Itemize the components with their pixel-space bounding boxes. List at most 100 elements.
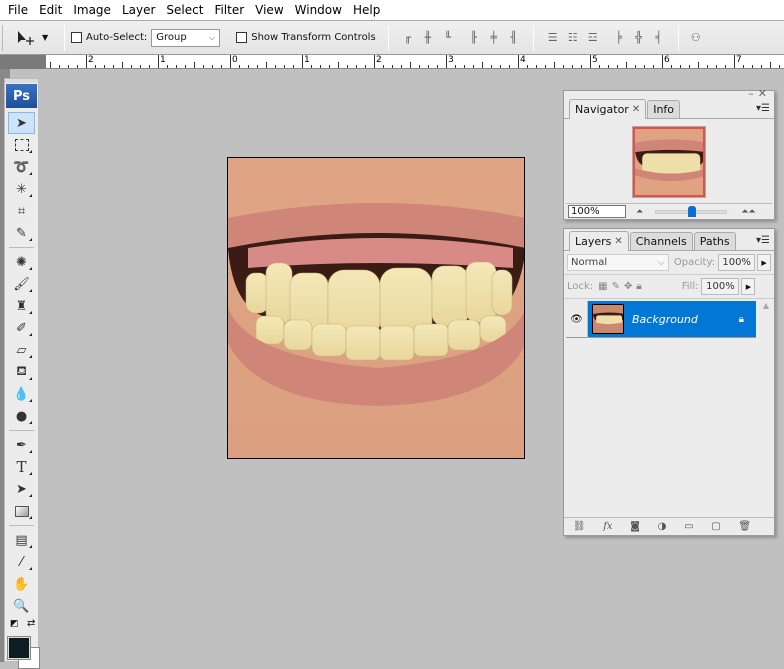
layer-background[interactable]: Background 🔒︎ xyxy=(588,301,756,337)
document-canvas[interactable] xyxy=(227,157,525,459)
menu-layer[interactable]: Layer xyxy=(117,3,161,17)
new-group-icon[interactable]: ▭ xyxy=(684,521,693,532)
type-tool[interactable]: T xyxy=(5,456,38,478)
auto-select-checkbox[interactable]: Auto-Select: xyxy=(71,32,147,43)
distribute-hcenter-icon[interactable]: ╬ xyxy=(632,31,646,45)
fill-input[interactable]: 100% xyxy=(701,278,740,295)
dodge-tool[interactable]: ● xyxy=(5,405,38,427)
lock-all-icon[interactable]: 🔒︎ xyxy=(636,281,641,292)
auto-align-layers-icon[interactable]: ⚇ xyxy=(689,31,703,45)
align-top-icon[interactable]: ╓ xyxy=(401,31,415,45)
zoom-slider[interactable] xyxy=(655,205,728,217)
path-selection-tool[interactable]: ➤ xyxy=(5,478,38,500)
panel-menu-icon[interactable]: ▾☰ xyxy=(756,235,770,246)
scroll-up-icon[interactable]: ▲ xyxy=(758,301,774,310)
align-hcenter-icon[interactable]: ╪ xyxy=(487,31,501,45)
move-tool[interactable]: ➤ xyxy=(8,112,35,134)
healing-brush-tool[interactable]: ✺ xyxy=(5,251,38,273)
align-right-icon[interactable]: ╢ xyxy=(507,31,521,45)
ps-logo[interactable]: Ps xyxy=(6,84,37,108)
align-left-icon[interactable]: ╟ xyxy=(467,31,481,45)
marquee-tool[interactable] xyxy=(5,134,38,156)
menu-file[interactable]: File xyxy=(3,3,34,17)
ruler-minor-tick xyxy=(131,65,132,68)
distribute-vcenter-icon[interactable]: ☷ xyxy=(566,31,580,45)
crop-tool[interactable]: ⌗ xyxy=(5,200,38,222)
notes-tool[interactable]: ▤ xyxy=(5,529,38,551)
menu-filter[interactable]: Filter xyxy=(209,3,250,17)
menu-window[interactable]: Window xyxy=(290,3,348,17)
distribute-bottom-icon[interactable]: ☲ xyxy=(586,31,600,45)
toolbox-grip[interactable] xyxy=(5,79,38,83)
opacity-input[interactable]: 100% xyxy=(718,254,756,271)
tab-channels[interactable]: Channels xyxy=(629,232,693,250)
foreground-color-swatch[interactable] xyxy=(7,636,31,660)
auto-select-check[interactable] xyxy=(71,32,82,43)
zoom-out-icon[interactable]: ⏶ xyxy=(636,207,643,217)
layers-scrollbar[interactable]: ▲ xyxy=(758,301,774,521)
horizontal-ruler[interactable]: 32101234567 xyxy=(46,55,784,69)
tab-layers[interactable]: Layers ✕ xyxy=(569,231,629,251)
panel-menu-icon[interactable]: ▾☰ xyxy=(756,103,770,114)
align-bottom-icon[interactable]: ╙ xyxy=(441,31,455,45)
visibility-eye-icon[interactable]: 👁 xyxy=(566,301,588,338)
ruler-origin[interactable] xyxy=(0,55,46,69)
blur-tool[interactable]: 💧 xyxy=(5,383,38,405)
layer-row[interactable]: 👁 Background 🔒︎ xyxy=(566,301,756,338)
align-vcenter-icon[interactable]: ╫ xyxy=(421,31,435,45)
magic-wand-tool[interactable]: ✳ xyxy=(5,178,38,200)
add-mask-icon[interactable]: ◙ xyxy=(630,521,640,532)
delete-layer-icon[interactable]: 🗑 xyxy=(738,521,751,532)
lasso-tool[interactable]: ➰ xyxy=(5,156,38,178)
lock-pixels-icon[interactable]: ✎ xyxy=(612,281,620,292)
ruler-label: 7 xyxy=(736,55,742,65)
slice-tool[interactable]: ✎ xyxy=(5,222,38,244)
swap-colors-icon[interactable]: ⇄ xyxy=(27,618,35,629)
options-grip[interactable] xyxy=(2,24,6,51)
default-colors-icon[interactable]: ◩ xyxy=(10,619,19,629)
fx-icon[interactable]: fx xyxy=(603,521,612,532)
lock-position-icon[interactable]: ✥ xyxy=(624,281,632,292)
new-layer-icon[interactable]: ▢ xyxy=(711,521,720,532)
close-icon[interactable]: ✕ xyxy=(632,104,640,115)
adjustment-layer-icon[interactable]: ◑ xyxy=(658,521,667,532)
fill-slider-button[interactable]: ▶ xyxy=(741,278,756,295)
menu-bar: File Edit Image Layer Select Filter View… xyxy=(0,0,784,20)
zoom-level-input[interactable]: 100% xyxy=(568,205,626,218)
opacity-slider-button[interactable]: ▶ xyxy=(757,254,771,271)
menu-select[interactable]: Select xyxy=(161,3,209,17)
zoom-slider-thumb[interactable] xyxy=(688,205,697,217)
blend-mode-dropdown[interactable]: Normal ⌵ xyxy=(567,254,669,271)
history-brush-tool[interactable]: ✐ xyxy=(5,317,38,339)
eyedropper-tool[interactable]: ⁄ xyxy=(5,551,38,573)
close-icon[interactable]: ✕ xyxy=(614,236,622,247)
show-transform-checkbox[interactable]: Show Transform Controls xyxy=(236,32,376,43)
ruler-label: 4 xyxy=(520,55,526,65)
tab-info[interactable]: Info xyxy=(647,100,681,118)
ruler-minor-tick xyxy=(599,65,600,68)
show-transform-check[interactable] xyxy=(236,32,248,43)
menu-help[interactable]: Help xyxy=(348,3,386,17)
clone-stamp-tool[interactable]: ♜ xyxy=(5,295,38,317)
lock-transparency-icon[interactable]: ▦ xyxy=(598,281,607,292)
tab-paths[interactable]: Paths xyxy=(693,232,736,250)
auto-select-dropdown[interactable]: Group ⌵ xyxy=(151,28,221,47)
menu-edit[interactable]: Edit xyxy=(34,3,68,17)
menu-image[interactable]: Image xyxy=(68,3,117,17)
paint-bucket-tool[interactable]: ⛾ xyxy=(5,361,38,383)
shape-tool[interactable] xyxy=(5,500,38,522)
tool-preset-picker[interactable]: ▼ xyxy=(16,29,58,47)
zoom-tool[interactable]: 🔍 xyxy=(5,595,38,617)
pen-tool[interactable]: ✒ xyxy=(5,434,38,456)
hand-tool[interactable]: ✋ xyxy=(5,573,38,595)
link-layers-icon[interactable]: ⛓ xyxy=(573,521,586,532)
distribute-top-icon[interactable]: ☰ xyxy=(546,31,560,45)
navigator-preview[interactable] xyxy=(632,126,706,198)
brush-tool[interactable]: 🖌 xyxy=(5,273,38,295)
zoom-in-icon[interactable]: ⏶⏶ xyxy=(741,207,755,217)
distribute-left-icon[interactable]: ╞ xyxy=(612,31,626,45)
menu-view[interactable]: View xyxy=(250,3,289,17)
distribute-right-icon[interactable]: ╡ xyxy=(652,31,666,45)
tab-navigator[interactable]: Navigator ✕ xyxy=(569,99,647,119)
eraser-tool[interactable]: ▱ xyxy=(5,339,38,361)
